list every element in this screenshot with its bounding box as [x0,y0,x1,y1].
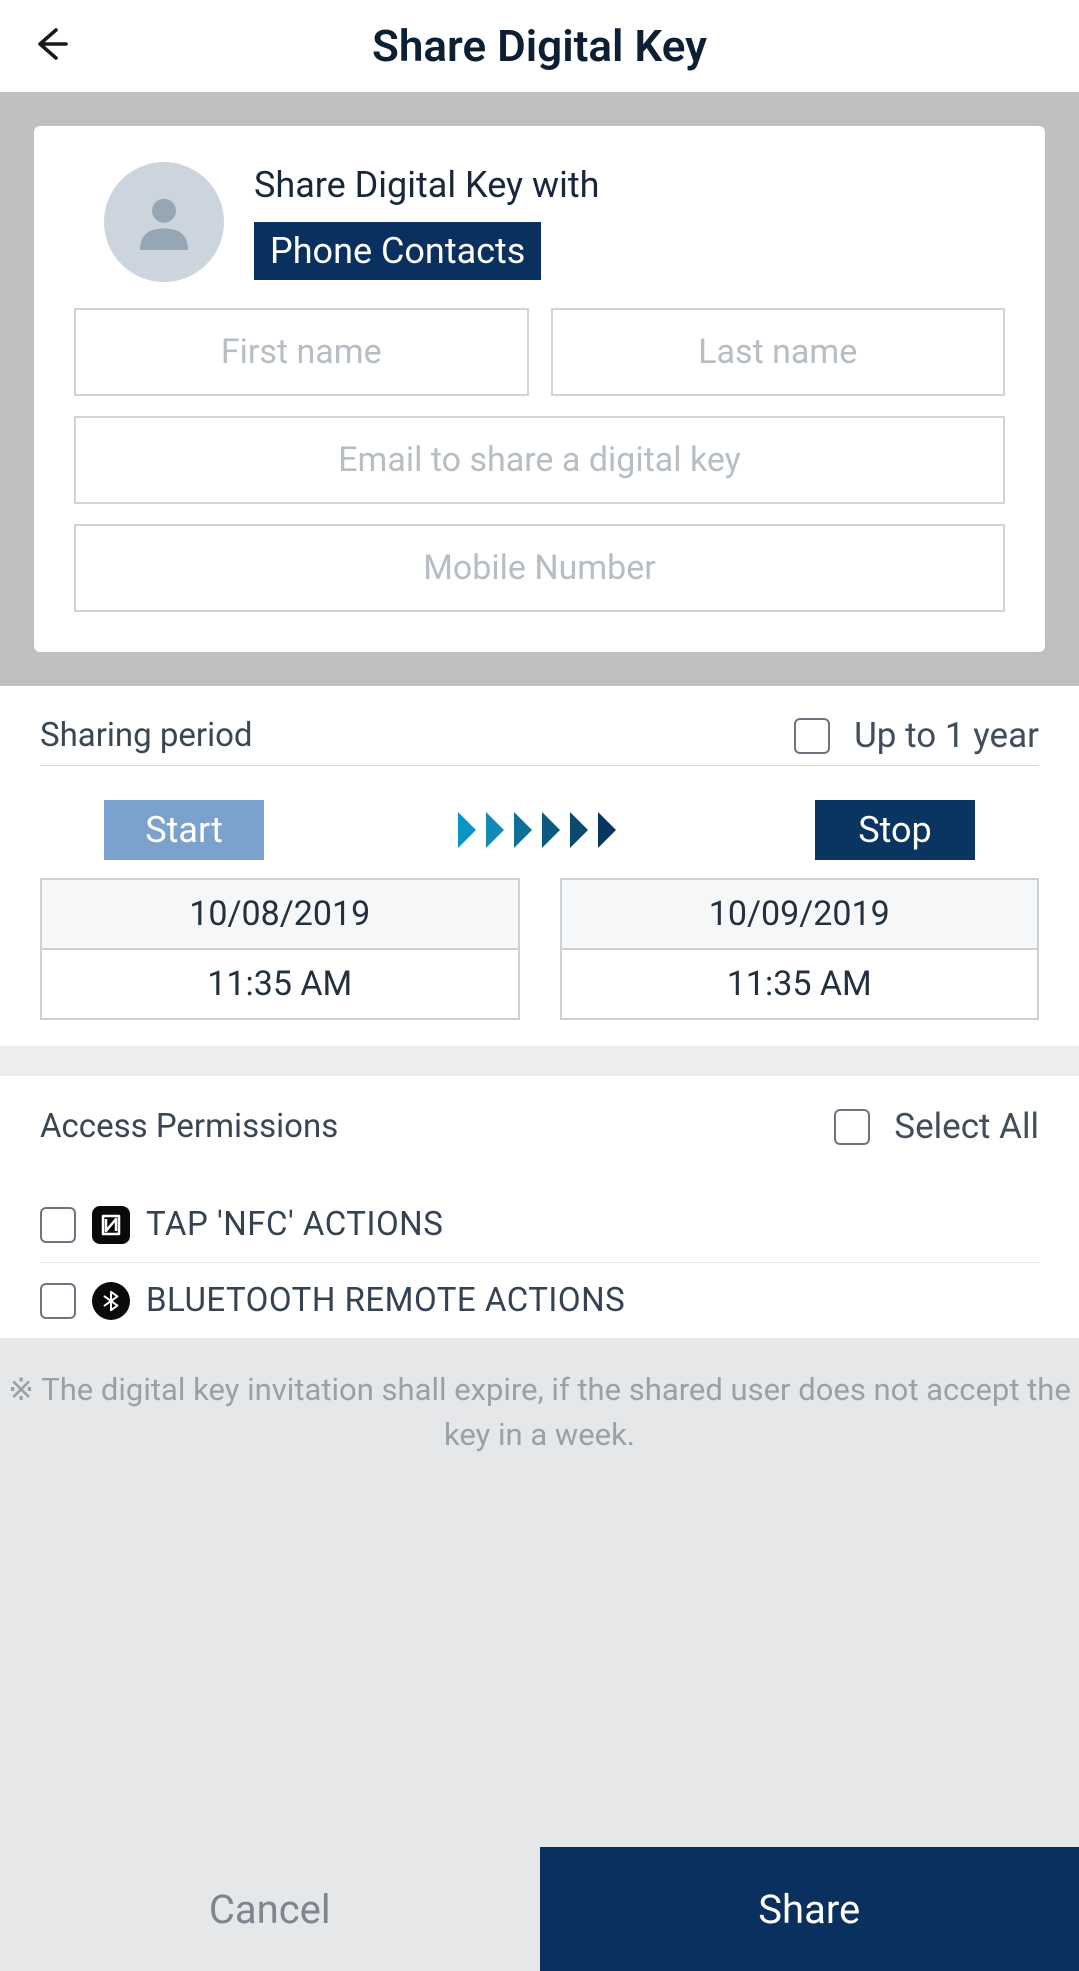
start-stop-row: Start Stop [40,800,1039,860]
name-row [74,308,1005,396]
share-with-col: Share Digital Key with Phone Contacts [254,164,599,280]
share-button[interactable]: Share [540,1847,1079,1971]
select-all-group: Select All [834,1106,1039,1147]
nfc-label: TAP 'NFC' ACTIONS [146,1205,443,1244]
nfc-checkbox[interactable] [40,1207,76,1243]
cancel-button[interactable]: Cancel [0,1847,540,1971]
nfc-icon [92,1206,130,1244]
page-title: Share Digital Key [0,20,1079,72]
bluetooth-label: BLUETOOTH REMOTE ACTIONS [146,1281,625,1320]
back-button[interactable] [30,24,70,68]
stop-date[interactable]: 10/09/2019 [562,880,1038,950]
start-button[interactable]: Start [104,800,264,860]
up-to-year-group: Up to 1 year [794,715,1039,756]
sharing-period-label: Sharing period [40,716,253,755]
mobile-number-input[interactable] [74,524,1005,612]
sharing-period-header: Sharing period Up to 1 year [40,706,1039,766]
app-header: Share Digital Key [0,0,1079,92]
contact-card-container: Share Digital Key with Phone Contacts [0,92,1079,686]
avatar [104,162,224,282]
divider-strip [0,1046,1079,1076]
start-time[interactable]: 11:35 AM [42,950,518,1018]
permissions-header: Access Permissions Select All [40,1106,1039,1147]
chevron-arrows-icon [456,810,624,850]
person-icon [124,182,204,262]
contact-card: Share Digital Key with Phone Contacts [34,126,1045,652]
footer-note: ※ The digital key invitation shall expir… [8,1368,1071,1458]
select-all-checkbox[interactable] [834,1109,870,1145]
start-datetime: 10/08/2019 11:35 AM [40,878,520,1020]
start-date[interactable]: 10/08/2019 [42,880,518,950]
first-name-input[interactable] [74,308,529,396]
permissions-label: Access Permissions [40,1107,338,1146]
permissions-section: Access Permissions Select All TAP 'NFC' … [0,1076,1079,1338]
permission-bluetooth-row: BLUETOOTH REMOTE ACTIONS [40,1263,1039,1338]
stop-datetime: 10/09/2019 11:35 AM [560,878,1040,1020]
up-to-year-label: Up to 1 year [854,715,1039,756]
stop-button[interactable]: Stop [815,800,975,860]
permission-nfc-row: TAP 'NFC' ACTIONS [40,1187,1039,1263]
bluetooth-icon [92,1282,130,1320]
last-name-input[interactable] [551,308,1006,396]
up-to-year-checkbox[interactable] [794,718,830,754]
footer-note-area: ※ The digital key invitation shall expir… [0,1338,1079,1847]
sharing-period-section: Sharing period Up to 1 year Start Stop 1… [0,686,1079,1046]
select-all-label: Select All [894,1106,1039,1147]
date-time-row: 10/08/2019 11:35 AM 10/09/2019 11:35 AM [40,878,1039,1020]
bottom-button-bar: Cancel Share [0,1847,1079,1971]
phone-contacts-button[interactable]: Phone Contacts [254,222,541,280]
bluetooth-checkbox[interactable] [40,1283,76,1319]
contact-top-row: Share Digital Key with Phone Contacts [74,162,1005,282]
back-arrow-icon [30,24,70,64]
stop-time[interactable]: 11:35 AM [562,950,1038,1018]
share-with-label: Share Digital Key with [254,164,599,206]
email-input[interactable] [74,416,1005,504]
